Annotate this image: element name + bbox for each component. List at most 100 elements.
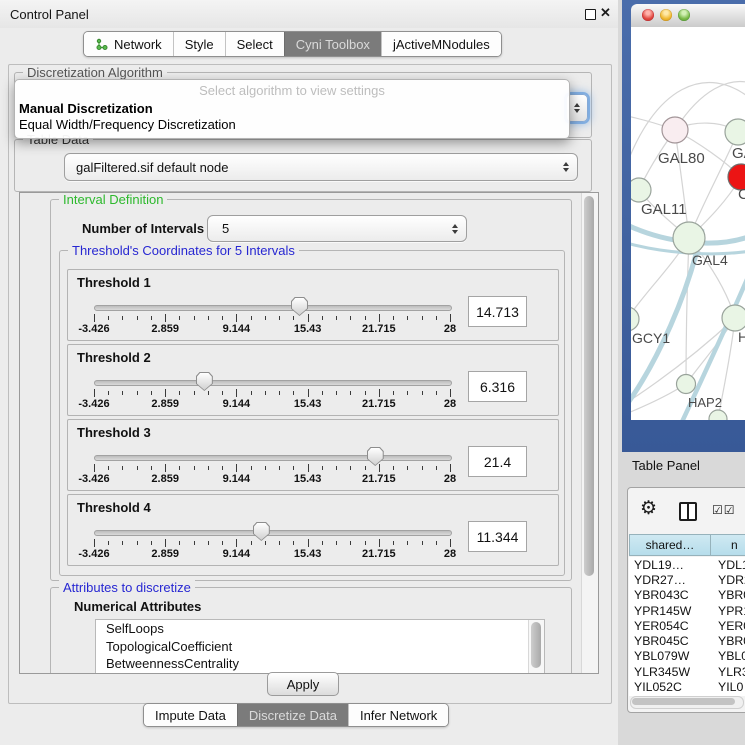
tick-mark — [122, 316, 123, 320]
scrollbar-thumb[interactable] — [632, 698, 735, 705]
attributes-group: Attributes to discretize Numerical Attri… — [50, 587, 572, 674]
table-data-combobox[interactable]: galFiltered.sif default node — [64, 153, 578, 181]
tab-label: Infer Network — [360, 708, 437, 723]
tab-label: jActiveMNodules — [393, 37, 490, 52]
list-item-topologicalcoefficient[interactable]: TopologicalCoefficient — [96, 638, 544, 656]
slider-track[interactable] — [94, 455, 452, 461]
tab-network[interactable]: Network — [84, 32, 173, 56]
threshold-value-field[interactable]: 21.4 — [468, 446, 527, 477]
tick-mark — [393, 541, 394, 545]
column-header-name[interactable]: n — [711, 534, 745, 556]
tick-label: 9.144 — [223, 323, 251, 335]
tick-mark — [422, 541, 423, 545]
table-row[interactable]: YBR043CYBR0 — [629, 588, 745, 603]
dropdown-option-manual-discretization[interactable]: Manual Discretization — [15, 101, 569, 117]
bottom-tab-infer-network[interactable]: Infer Network — [348, 704, 448, 726]
slider-track[interactable] — [94, 305, 452, 311]
tick-mark — [165, 389, 166, 397]
table-row[interactable]: YER054CYER0 — [629, 618, 745, 633]
tick-mark — [94, 389, 95, 397]
threshold-value-field[interactable]: 14.713 — [468, 296, 527, 327]
cell-name: YBR0 — [714, 634, 745, 648]
tick-mark — [151, 391, 152, 395]
tick-mark — [179, 391, 180, 395]
list-vertical-scrollbar[interactable] — [528, 620, 544, 674]
tick-mark — [393, 466, 394, 470]
node-label: GAL11 — [641, 201, 687, 218]
close-icon[interactable]: ✕ — [600, 5, 611, 21]
tick-mark — [407, 541, 408, 545]
table-row[interactable]: YPR145WYPR1 — [629, 603, 745, 618]
cell-name: YBL0 — [714, 649, 745, 663]
minimize-traffic-light-icon[interactable] — [660, 9, 672, 21]
table-row[interactable]: YLR345WYLR3 — [629, 664, 745, 679]
slider-thumb-face — [254, 523, 269, 540]
tab-label: Discretize Data — [249, 708, 337, 723]
table-row[interactable]: YDR27…YDR2 — [629, 572, 745, 587]
float-icon[interactable] — [585, 9, 596, 20]
tick-mark — [122, 466, 123, 470]
checkbox-icons[interactable]: ☑☑ — [712, 503, 736, 517]
scrollbar-thumb[interactable] — [584, 196, 594, 576]
cell-name: YBR0 — [714, 588, 745, 602]
numerical-attributes-list[interactable]: SelfLoopsTopologicalCoefficientBetweenne… — [95, 619, 545, 674]
number-of-intervals-combobox[interactable]: 5 — [207, 215, 467, 242]
list-item-betweennesscentrality[interactable]: BetweennessCentrality — [96, 655, 544, 673]
network-view-window[interactable]: GAL80 GA C GAL11 GAL4 GCY1 H HAP2 — [622, 0, 745, 452]
tick-mark — [407, 391, 408, 395]
right-column: GAL80 GA C GAL11 GAL4 GCY1 H HAP2 Table … — [618, 0, 745, 745]
pane-vertical-scrollbar[interactable] — [581, 193, 598, 673]
column-header-shared-name[interactable]: shared… — [629, 534, 711, 556]
group-title-interval-definition: Interval Definition — [59, 192, 167, 207]
apply-button[interactable]: Apply — [267, 672, 339, 696]
tick-mark — [222, 316, 223, 320]
table-row[interactable]: YIL052CYIL0 — [629, 679, 745, 694]
table-row[interactable]: YDL19…YDL1 — [629, 557, 745, 572]
threshold-value-field[interactable]: 11.344 — [468, 521, 527, 552]
slider-track[interactable] — [94, 530, 452, 536]
tick-mark — [293, 391, 294, 395]
tick-mark — [407, 316, 408, 320]
tab-select[interactable]: Select — [225, 32, 284, 56]
tab-label: Impute Data — [155, 708, 226, 723]
scrollbar-thumb[interactable] — [531, 622, 541, 668]
dropdown-option-equal-width-frequency-discretization[interactable]: Equal Width/Frequency Discretization — [15, 117, 569, 133]
bottom-tab-impute-data[interactable]: Impute Data — [144, 704, 237, 726]
threshold-value-field[interactable]: 6.316 — [468, 371, 527, 402]
table-row[interactable]: YBL079WYBL0 — [629, 649, 745, 664]
tick-label: 9.144 — [223, 473, 251, 485]
table-horizontal-scrollbar[interactable] — [630, 696, 744, 709]
close-traffic-light-icon[interactable] — [642, 9, 654, 21]
settings-scrollpane: Interval Definition Number of Intervals … — [19, 192, 599, 674]
network-canvas[interactable]: GAL80 GA C GAL11 GAL4 GCY1 H HAP2 — [631, 27, 745, 420]
tab-cyni-toolbox[interactable]: Cyni Toolbox — [284, 32, 381, 56]
dropdown-hint: Select algorithm to view settings — [15, 83, 569, 98]
tab-style[interactable]: Style — [173, 32, 225, 56]
gear-icon[interactable]: ⚙ — [640, 497, 657, 520]
bottom-tab-discretize-data[interactable]: Discretize Data — [237, 704, 348, 726]
combo-stepper-icon — [558, 162, 574, 172]
zoom-traffic-light-icon[interactable] — [678, 9, 690, 21]
group-title-attributes: Attributes to discretize — [59, 580, 195, 595]
threshold-label: Threshold 3 — [77, 425, 151, 440]
tick-mark — [151, 541, 152, 545]
list-item-selfloops[interactable]: SelfLoops — [96, 620, 544, 638]
tick-mark — [422, 391, 423, 395]
tab-jactivemnodules[interactable]: jActiveMNodules — [381, 32, 501, 56]
node-label: GCY1 — [632, 330, 670, 346]
tick-mark — [422, 466, 423, 470]
table-panel-title: Table Panel — [632, 458, 700, 473]
slider-track[interactable] — [94, 380, 452, 386]
tick-mark — [94, 314, 95, 322]
thresholds-group: Threshold's Coordinates for 5 Intervals … — [59, 250, 565, 576]
tick-mark — [108, 466, 109, 470]
tick-mark — [279, 391, 280, 395]
tick-mark — [293, 316, 294, 320]
tick-mark — [436, 391, 437, 395]
threshold-panel-2: Threshold 2-3.4262.8599.14415.4321.71528… — [67, 344, 559, 416]
split-table-icon[interactable] — [679, 502, 697, 521]
cell-shared-name: YLR345W — [629, 665, 714, 679]
tick-mark — [393, 316, 394, 320]
tick-mark — [322, 316, 323, 320]
table-row[interactable]: YBR045CYBR0 — [629, 633, 745, 648]
